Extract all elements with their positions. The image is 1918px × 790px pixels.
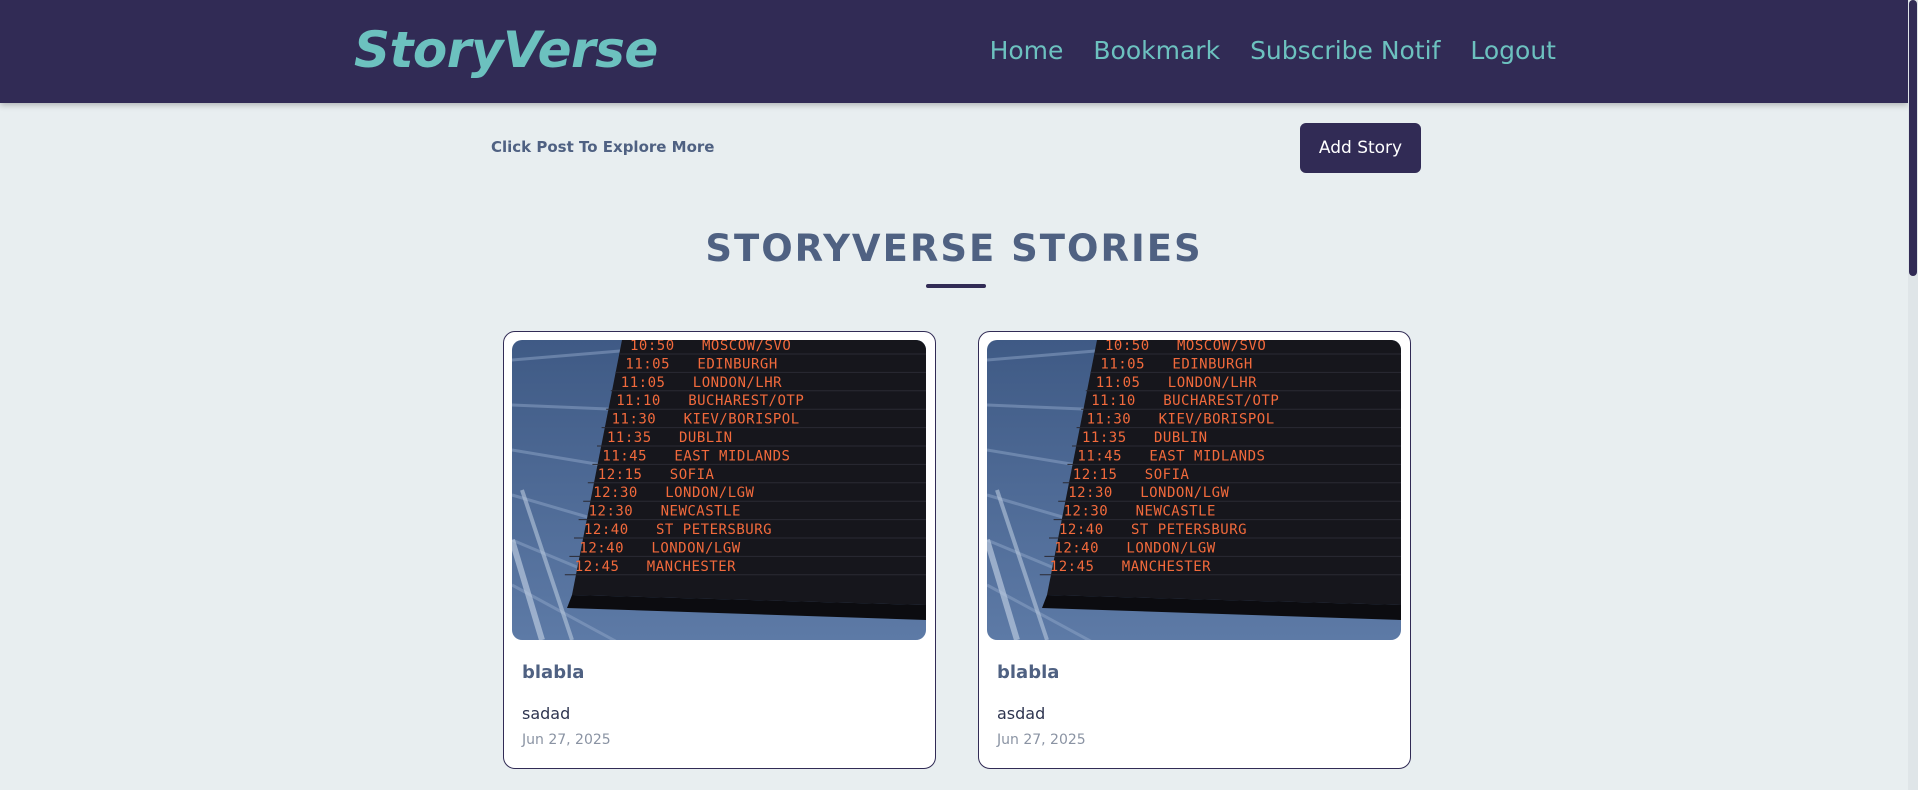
story-description: sadad <box>522 704 571 723</box>
board-destination: MOSCOW/SVO <box>702 340 791 354</box>
board-time: 12:30 <box>593 485 638 501</box>
board-time: 12:15 <box>1073 467 1118 483</box>
section-title: STORYVERSE STORIES <box>705 227 1203 270</box>
story-image: 10:50 MOSCOW/SVO 11:05 EDINBURGH 11:05 LONDON… <box>987 340 1401 640</box>
board-time: 11:35 <box>1082 430 1127 446</box>
add-story-button[interactable]: Add Story <box>1300 123 1421 173</box>
story-card[interactable]: 10:50 MOSCOW/SVO 11:05 EDINBURGH 11:05 LONDON… <box>978 331 1411 769</box>
board-destination: LONDON/LGW <box>1140 485 1229 501</box>
board-destination: LONDON/LGW <box>651 540 740 556</box>
board-time: 12:30 <box>1064 504 1109 520</box>
board-time: 12:40 <box>1059 522 1104 538</box>
board-time: 12:30 <box>1068 485 1113 501</box>
board-time: 12:30 <box>589 504 634 520</box>
nav-link-bookmark[interactable]: Bookmark <box>1093 32 1220 70</box>
story-card[interactable]: 10:50 MOSCOW/SVO 11:05 EDINBURGH 11:05 LONDON… <box>503 331 936 769</box>
board-destination: ST PETERSBURG <box>1131 522 1247 538</box>
departure-board-image: 10:50 MOSCOW/SVO 11:05 EDINBURGH 11:05 LONDON… <box>987 340 1401 640</box>
board-destination: SOFIA <box>670 467 715 483</box>
board-destination: SOFIA <box>1145 467 1190 483</box>
board-destination: MANCHESTER <box>1122 559 1211 575</box>
board-destination: LONDON/LHR <box>1168 375 1257 391</box>
board-time: 12:45 <box>575 559 620 575</box>
board-time: 11:30 <box>612 412 657 428</box>
page-scrollbar[interactable] <box>1908 0 1918 790</box>
nav-link-home[interactable]: Home <box>990 32 1064 70</box>
explore-hint: Click Post To Explore More <box>491 138 715 156</box>
board-time: 11:10 <box>616 393 661 409</box>
board-destination: LONDON/LGW <box>1126 540 1215 556</box>
board-destination: DUBLIN <box>679 430 733 446</box>
board-destination: EDINBURGH <box>697 356 777 372</box>
nav-links: Home Bookmark Subscribe Notif Logout <box>990 32 1556 70</box>
story-title: blabla <box>997 662 1060 683</box>
board-time: 12:15 <box>598 467 643 483</box>
board-time: 11:05 <box>625 356 670 372</box>
board-time: 12:45 <box>1050 559 1095 575</box>
board-time: 12:40 <box>584 522 629 538</box>
board-destination: NEWCASTLE <box>1136 504 1216 520</box>
board-destination: BUCHAREST/OTP <box>1163 393 1279 409</box>
board-time: 11:05 <box>1100 356 1145 372</box>
board-destination: MANCHESTER <box>647 559 736 575</box>
board-time: 11:45 <box>1077 448 1122 464</box>
board-time: 12:40 <box>1054 540 1099 556</box>
board-time: 10:50 <box>1105 340 1150 354</box>
board-time: 10:50 <box>630 340 675 354</box>
board-time: 11:10 <box>1091 393 1136 409</box>
departure-board-image: 10:50 MOSCOW/SVO 11:05 EDINBURGH 11:05 LONDON… <box>512 340 926 640</box>
board-destination: BUCHAREST/OTP <box>688 393 804 409</box>
scrollbar-thumb[interactable] <box>1909 0 1917 276</box>
board-destination: LONDON/LGW <box>665 485 754 501</box>
title-underline <box>926 284 986 288</box>
story-date: Jun 27, 2025 <box>522 732 611 748</box>
navbar: StoryVerse Home Bookmark Subscribe Notif… <box>0 0 1908 103</box>
board-destination: KIEV/BORISPOL <box>684 412 800 428</box>
board-destination: EAST MIDLANDS <box>1149 448 1265 464</box>
board-destination: LONDON/LHR <box>693 375 782 391</box>
board-destination: NEWCASTLE <box>661 504 741 520</box>
story-title: blabla <box>522 662 585 683</box>
board-time: 11:45 <box>602 448 647 464</box>
story-image: 10:50 MOSCOW/SVO 11:05 EDINBURGH 11:05 LONDON… <box>512 340 926 640</box>
story-date: Jun 27, 2025 <box>997 732 1086 748</box>
story-description: asdad <box>997 704 1046 723</box>
board-time: 12:40 <box>579 540 624 556</box>
board-destination: MOSCOW/SVO <box>1177 340 1266 354</box>
board-time: 11:05 <box>621 375 666 391</box>
board-destination: DUBLIN <box>1154 430 1208 446</box>
site-logo[interactable]: StoryVerse <box>354 18 658 82</box>
nav-link-subscribe-notif[interactable]: Subscribe Notif <box>1250 32 1440 70</box>
board-time: 11:35 <box>607 430 652 446</box>
board-destination: EAST MIDLANDS <box>674 448 790 464</box>
nav-link-logout[interactable]: Logout <box>1470 32 1556 70</box>
board-destination: EDINBURGH <box>1172 356 1252 372</box>
board-destination: KIEV/BORISPOL <box>1159 412 1275 428</box>
board-time: 11:30 <box>1087 412 1132 428</box>
board-time: 11:05 <box>1096 375 1141 391</box>
board-destination: ST PETERSBURG <box>656 522 772 538</box>
